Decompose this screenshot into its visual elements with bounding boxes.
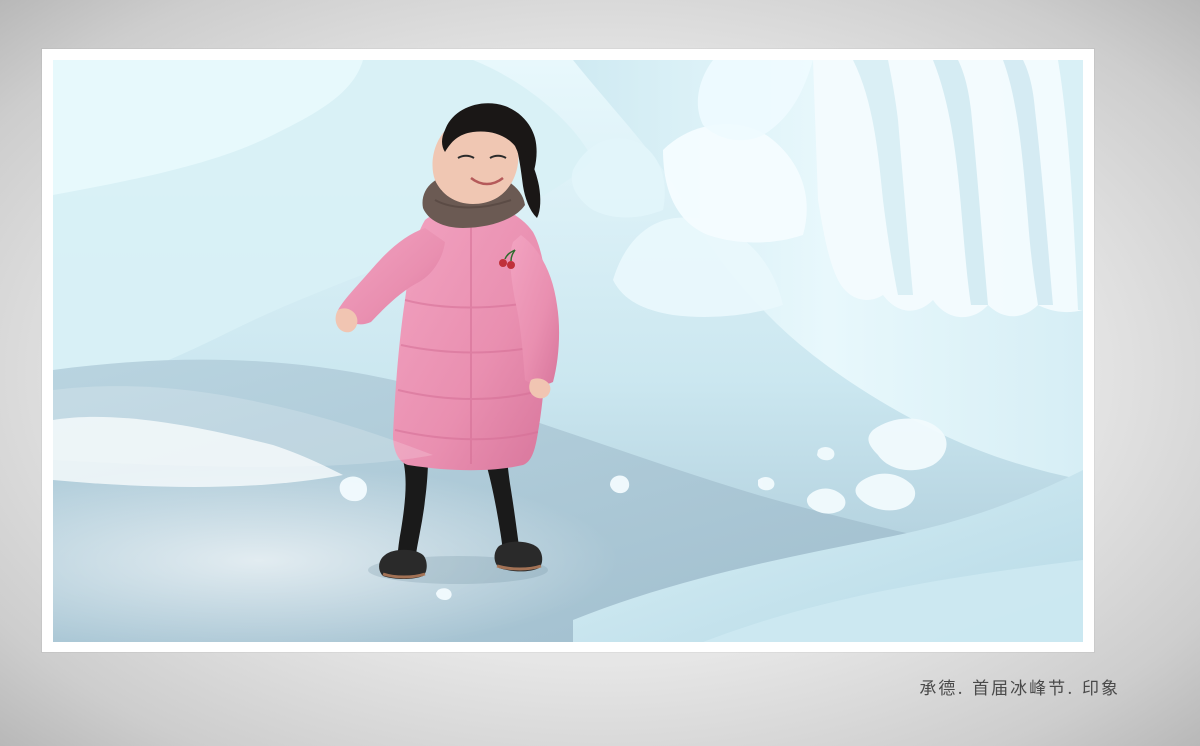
icicle-columns (813, 60, 1083, 318)
ice-festival-scene (53, 60, 1083, 642)
photo (53, 60, 1083, 642)
photo-caption: 承德. 首届冰峰节. 印象 (919, 679, 1120, 699)
photo-page: 承德. 首届冰峰节. 印象 (0, 0, 1200, 746)
photo-frame (42, 49, 1094, 652)
